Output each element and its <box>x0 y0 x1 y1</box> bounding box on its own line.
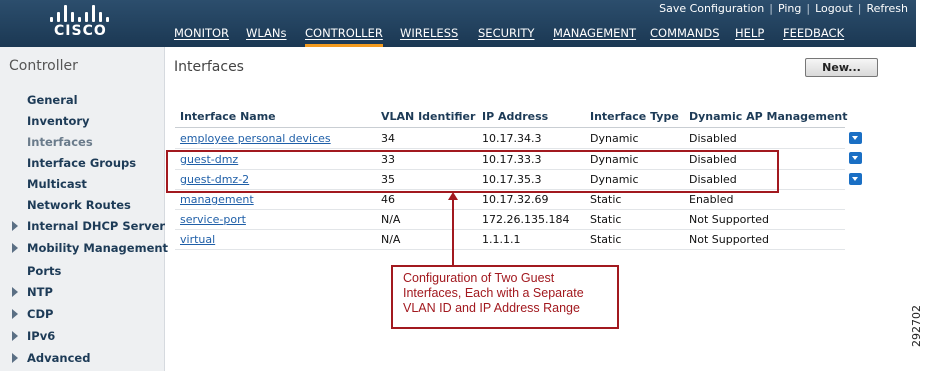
column-header-vlan-identifier: VLAN Identifier <box>381 110 476 123</box>
nav-commands[interactable]: COMMANDS <box>650 26 720 47</box>
sidebar-item-multicast[interactable]: Multicast <box>27 177 87 191</box>
sidebar: Controller General Inventory Interfaces … <box>0 47 168 371</box>
callout-box: Configuration of Two Guest Interfaces, E… <box>391 265 619 329</box>
expand-arrow-icon <box>12 353 18 363</box>
ping-link[interactable]: Ping <box>778 2 801 15</box>
nav-monitor[interactable]: MONITOR <box>174 26 229 47</box>
nav-security[interactable]: SECURITY <box>478 26 534 47</box>
callout-line-1: Configuration of Two Guest <box>403 271 555 285</box>
dynamic-ap-cell: Not Supported <box>689 233 770 246</box>
top-banner: CISCO Save Configuration | Ping | Logout | Ref… <box>0 0 916 47</box>
expand-arrow-icon <box>12 287 18 297</box>
sidebar-item-interface-groups[interactable]: Interface Groups <box>27 156 136 170</box>
interface-type-cell: Static <box>590 193 622 206</box>
table-row: management 46 10.17.32.69 Static Enabled <box>175 190 845 210</box>
table-row: virtual N/A 1.1.1.1 Static Not Supported <box>175 230 845 250</box>
column-header-dynamic-ap-management: Dynamic AP Management <box>689 110 848 123</box>
table-row: service-port N/A 172.26.135.184 Static N… <box>175 210 845 230</box>
dynamic-ap-cell: Disabled <box>689 132 737 145</box>
interface-type-cell: Static <box>590 233 622 246</box>
sidebar-item-mobility-management[interactable]: Mobility Management <box>12 241 168 255</box>
sidebar-item-advanced[interactable]: Advanced <box>12 351 90 365</box>
utility-links: Save Configuration | Ping | Logout | Refresh <box>659 2 908 15</box>
new-interface-button[interactable]: New... <box>805 58 878 77</box>
brand-wordmark: CISCO <box>54 23 107 39</box>
callout-connector-line <box>452 196 454 267</box>
nav-help[interactable]: HELP <box>735 26 764 47</box>
sidebar-item-internal-dhcp-server[interactable]: Internal DHCP Server <box>12 219 165 233</box>
figure-id: 292702 <box>910 305 923 347</box>
callout-line-2: Interfaces, Each with a Separate <box>403 286 584 300</box>
sidebar-item-ntp[interactable]: NTP <box>12 285 53 299</box>
sidebar-item-ipv6[interactable]: IPv6 <box>12 329 55 343</box>
logout-link[interactable]: Logout <box>815 2 853 15</box>
vlan-cell: N/A <box>381 213 401 226</box>
expand-arrow-icon <box>12 331 18 341</box>
callout-line-3: VLAN ID and IP Address Range <box>403 301 580 315</box>
page-title: Interfaces <box>174 59 244 75</box>
expand-arrow-icon <box>12 243 18 253</box>
table-header-divider <box>175 127 845 128</box>
interface-name-link[interactable]: virtual <box>180 233 215 246</box>
nav-feedback[interactable]: FEEDBACK <box>783 26 844 47</box>
vlan-cell: 34 <box>381 132 395 145</box>
interface-name-link[interactable]: service-port <box>180 213 246 226</box>
nav-controller[interactable]: CONTROLLER <box>305 26 383 47</box>
sidebar-title: Controller <box>9 58 78 74</box>
vlan-cell: 46 <box>381 193 395 206</box>
row-dropdown-button[interactable] <box>849 173 862 185</box>
vlan-cell: N/A <box>381 233 401 246</box>
dynamic-ap-cell: Enabled <box>689 193 734 206</box>
interface-type-cell: Dynamic <box>590 132 639 145</box>
sidebar-item-network-routes[interactable]: Network Routes <box>27 198 131 212</box>
sidebar-item-interfaces[interactable]: Interfaces <box>27 135 93 149</box>
sidebar-item-cdp[interactable]: CDP <box>12 307 53 321</box>
nav-wireless[interactable]: WIRELESS <box>400 26 458 47</box>
column-header-ip-address: IP Address <box>482 110 549 123</box>
save-configuration-link[interactable]: Save Configuration <box>659 2 764 15</box>
nav-management[interactable]: MANAGEMENT <box>553 26 636 47</box>
ip-address-cell: 172.26.135.184 <box>482 213 570 226</box>
guest-interfaces-highlight-box <box>166 150 779 193</box>
column-header-interface-type: Interface Type <box>590 110 679 123</box>
ip-address-cell: 10.17.34.3 <box>482 132 542 145</box>
ip-address-cell: 10.17.32.69 <box>482 193 549 206</box>
column-header-interface-name: Interface Name <box>180 110 276 123</box>
sidebar-item-general[interactable]: General <box>27 93 78 107</box>
refresh-link[interactable]: Refresh <box>866 2 908 15</box>
interface-name-link[interactable]: employee personal devices <box>180 132 331 145</box>
expand-arrow-icon <box>12 221 18 231</box>
interface-name-link[interactable]: management <box>180 193 254 206</box>
cisco-bars-icon <box>50 4 110 22</box>
nav-wlans[interactable]: WLANs <box>246 26 287 47</box>
cisco-logo: CISCO <box>38 3 128 43</box>
dynamic-ap-cell: Not Supported <box>689 213 770 226</box>
row-dropdown-button[interactable] <box>849 152 862 164</box>
row-dropdown-button[interactable] <box>849 132 862 144</box>
sidebar-item-inventory[interactable]: Inventory <box>27 114 90 128</box>
sidebar-item-ports[interactable]: Ports <box>27 264 61 278</box>
table-row: employee personal devices 34 10.17.34.3 … <box>175 129 845 149</box>
expand-arrow-icon <box>12 309 18 319</box>
ip-address-cell: 1.1.1.1 <box>482 233 521 246</box>
interface-type-cell: Static <box>590 213 622 226</box>
